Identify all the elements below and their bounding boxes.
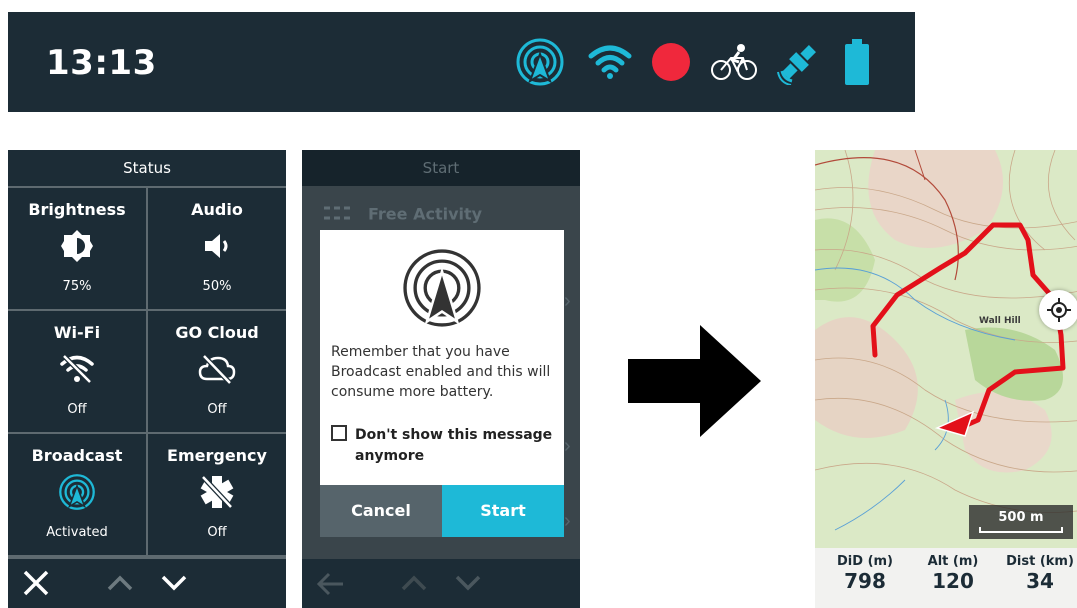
map-scale: 500 m	[969, 505, 1073, 539]
map-stats-bar: DiD (m) 798 Alt (m) 120 Dist (km) 34	[815, 548, 1077, 608]
broadcast-tile[interactable]: Broadcast Activated	[8, 434, 146, 555]
audio-tile[interactable]: Audio 50%	[148, 188, 286, 309]
stat-alt: Alt (m) 120	[913, 554, 993, 593]
emergency-off-icon	[148, 474, 286, 510]
cancel-button[interactable]: Cancel	[320, 485, 442, 537]
chevron-down-icon[interactable]	[454, 573, 482, 598]
chevron-up-icon[interactable]	[106, 573, 134, 598]
status-panel: Status Brightness 75% Audio 50% Wi-Fi Of…	[8, 150, 286, 608]
start-bottom-nav	[302, 559, 580, 608]
stat-did: DiD (m) 798	[825, 554, 905, 593]
chevron-right-icon: ›	[564, 290, 571, 312]
stat-dist: Dist (km) 34	[1000, 554, 1077, 593]
chevron-down-icon[interactable]	[160, 573, 188, 598]
scale-label: 500 m	[998, 510, 1044, 525]
stat-value: 34	[1026, 569, 1054, 593]
speaker-icon	[148, 228, 286, 264]
map-panel: Wall Hill 500 m DiD (m) 798 Alt (m) 120 …	[815, 150, 1077, 608]
topographic-map[interactable]	[815, 150, 1077, 550]
dont-show-label[interactable]: Don't show this message anymore	[355, 425, 555, 467]
locate-button[interactable]	[1039, 290, 1077, 330]
tile-value: Activated	[46, 525, 108, 540]
broadcast-warning-dialog: Remember that you have Broadcast enabled…	[320, 230, 564, 537]
wifi-off-icon	[8, 351, 146, 387]
stat-value: 798	[844, 569, 886, 593]
free-activity-label: Free Activity	[368, 204, 483, 224]
tile-value: 50%	[202, 279, 232, 294]
tile-label: Broadcast	[31, 446, 123, 465]
tile-value: Off	[207, 402, 227, 417]
tile-label: GO Cloud	[175, 323, 259, 342]
battery-icon	[842, 36, 872, 88]
tile-value: Off	[207, 525, 227, 540]
target-icon	[1047, 298, 1071, 322]
back-arrow-icon[interactable]	[316, 571, 346, 602]
free-activity-item: Free Activity	[322, 202, 482, 228]
wifi-tile[interactable]: Wi-Fi Off	[8, 311, 146, 432]
bike-sensor-icon	[708, 36, 760, 88]
cloud-off-icon	[148, 351, 286, 387]
clock-time: 13:13	[46, 43, 157, 83]
panel-title: Status	[8, 150, 286, 186]
emergency-tile[interactable]: Emergency Off	[148, 434, 286, 555]
status-bottom-nav	[8, 559, 286, 608]
start-panel: Start Free Activity › › › Remember that …	[302, 150, 580, 608]
route-icon	[322, 202, 358, 228]
brightness-tile[interactable]: Brightness 75%	[8, 188, 146, 309]
go-cloud-tile[interactable]: GO Cloud Off	[148, 311, 286, 432]
stat-label: DiD (m)	[837, 554, 893, 569]
tile-label: Wi-Fi	[53, 323, 101, 342]
scale-bar	[979, 527, 1063, 533]
broadcast-icon	[8, 474, 146, 510]
tile-value: Off	[67, 402, 87, 417]
wifi-icon	[586, 36, 634, 88]
chevron-right-icon: ›	[564, 510, 571, 532]
right-arrow-icon	[628, 325, 763, 437]
dont-show-checkbox[interactable]	[331, 425, 347, 441]
device-status-bar: 13:13	[8, 12, 915, 112]
broadcast-icon	[514, 36, 566, 88]
broadcast-icon	[400, 246, 484, 330]
chevron-right-icon: ›	[564, 435, 571, 457]
gps-icon	[774, 36, 824, 88]
panel-title: Start	[302, 150, 580, 186]
tile-label: Emergency	[167, 446, 267, 465]
start-button[interactable]: Start	[442, 485, 564, 537]
stat-label: Dist (km)	[1006, 554, 1074, 569]
record-icon	[650, 36, 692, 88]
chevron-up-icon[interactable]	[400, 573, 428, 598]
tile-label: Brightness	[28, 200, 126, 219]
tile-value: 75%	[62, 279, 92, 294]
brightness-icon	[8, 228, 146, 264]
dialog-message: Remember that you have Broadcast enabled…	[331, 344, 551, 400]
place-label: Wall Hill	[979, 316, 1021, 326]
tile-label: Audio	[191, 200, 243, 219]
stat-value: 120	[932, 569, 974, 593]
stat-label: Alt (m)	[927, 554, 979, 569]
close-icon[interactable]	[22, 569, 50, 602]
